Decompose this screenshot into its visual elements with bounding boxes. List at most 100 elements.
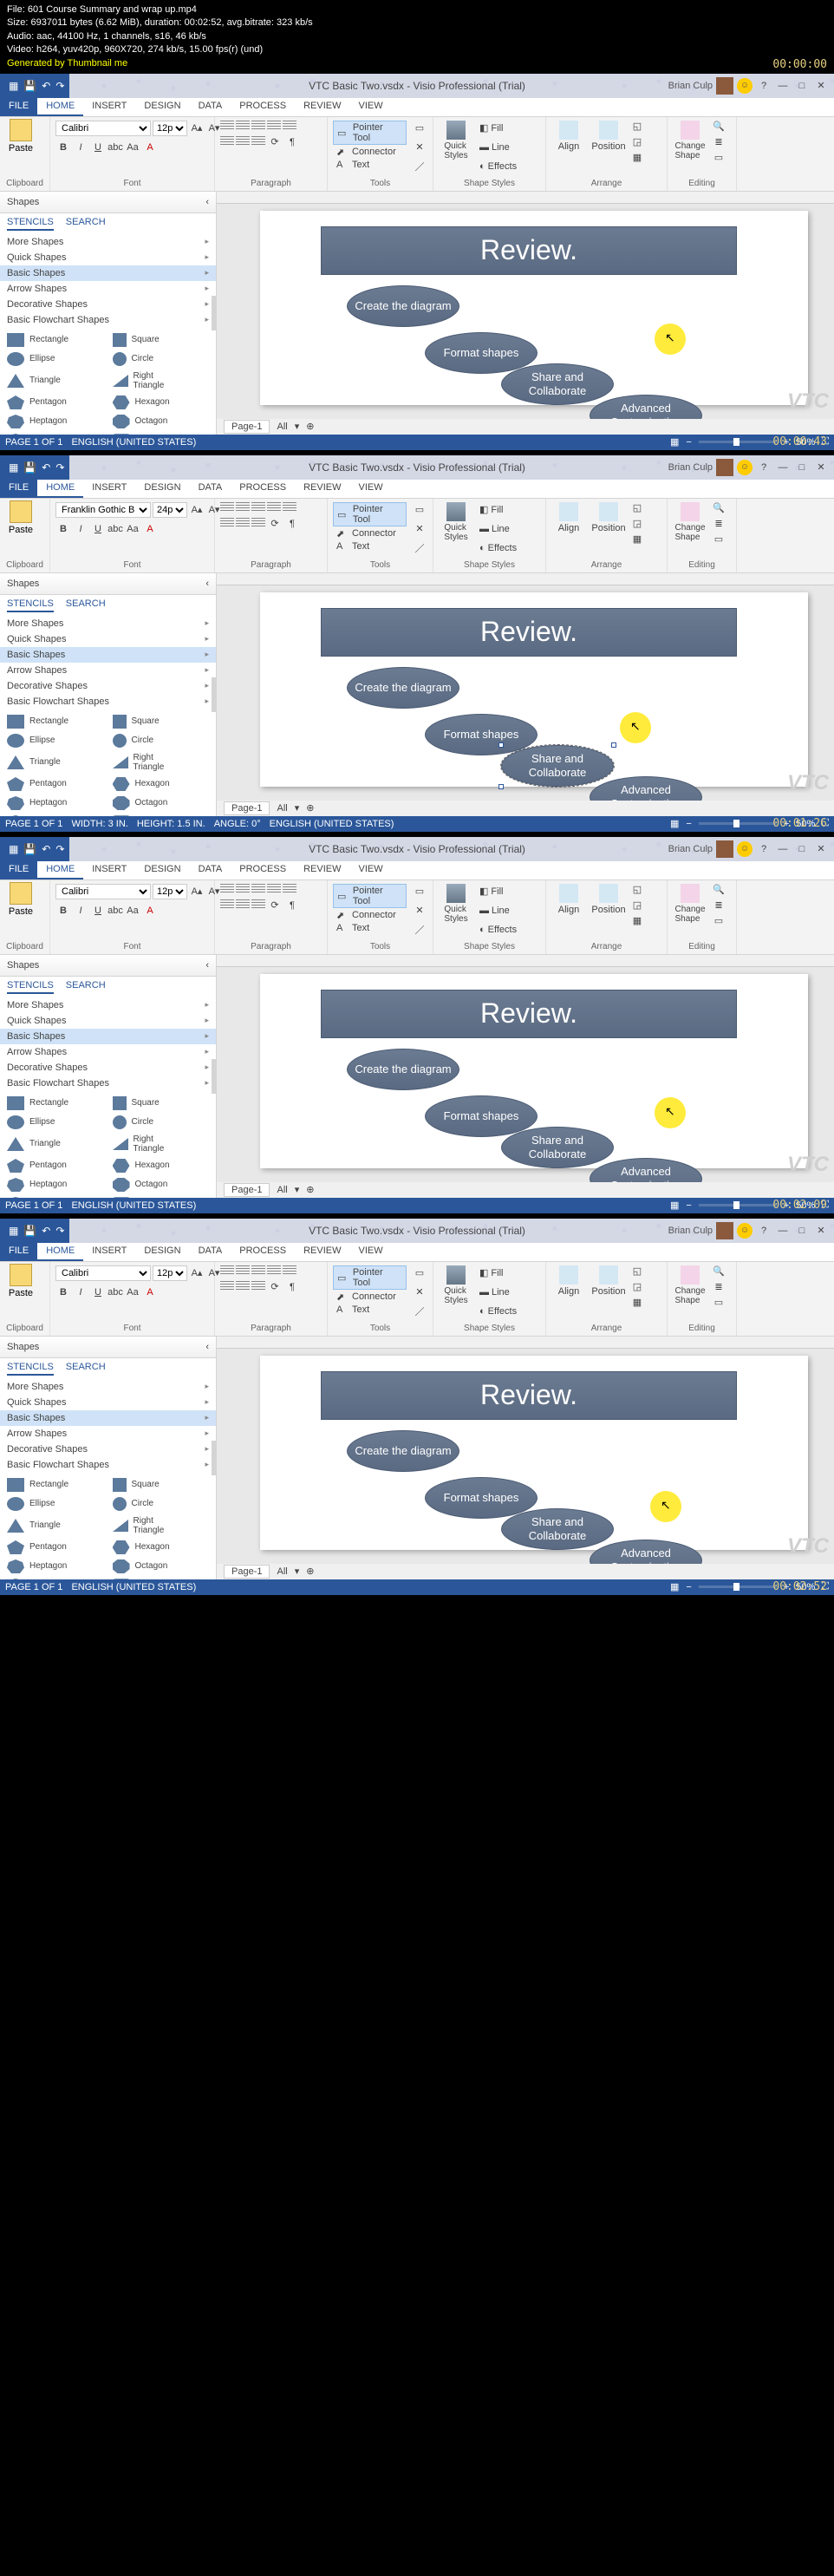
strike-button[interactable]: abc: [108, 140, 123, 155]
tab-insert[interactable]: INSERT: [83, 98, 135, 116]
cat-flow[interactable]: Basic Flowchart Shapes: [0, 1457, 216, 1473]
bold-button[interactable]: B: [55, 903, 71, 919]
align-left-icon[interactable]: [220, 1265, 234, 1278]
paragraph-icon[interactable]: ¶: [284, 134, 300, 150]
canvas[interactable]: Review.Create the diagramFormat shapesSh…: [217, 967, 834, 1182]
shape-item-rect[interactable]: Rectangle: [3, 1095, 108, 1112]
user-avatar[interactable]: [716, 840, 733, 858]
cat-quick[interactable]: Quick Shapes: [0, 250, 216, 265]
line-button[interactable]: ▬Line: [477, 138, 519, 157]
node-create[interactable]: Create the diagram: [347, 667, 459, 709]
tab-review[interactable]: REVIEW: [295, 98, 349, 116]
font-family-select[interactable]: Calibri: [55, 121, 151, 136]
language[interactable]: ENGLISH (UNITED STATES): [71, 1582, 196, 1592]
tab-file[interactable]: FILE: [0, 98, 37, 116]
align-button[interactable]: Align: [550, 1264, 588, 1298]
find-icon[interactable]: 🔍: [711, 882, 726, 898]
position-button[interactable]: Position: [590, 119, 628, 154]
shape-item-hex[interactable]: Hexagon: [109, 394, 213, 411]
tab-design[interactable]: DESIGN: [135, 1243, 189, 1261]
page[interactable]: Review.Create the diagramFormat shapesSh…: [260, 974, 808, 1168]
all-pages[interactable]: All: [277, 422, 287, 432]
review-title-shape[interactable]: Review.: [321, 1371, 737, 1420]
cat-basic[interactable]: Basic Shapes: [0, 647, 216, 663]
shape-item-hex[interactable]: Hexagon: [109, 1157, 213, 1174]
review-title-shape[interactable]: Review.: [321, 990, 737, 1038]
node-create[interactable]: Create the diagram: [347, 1049, 459, 1090]
node-share[interactable]: Share and Collaborate: [501, 363, 614, 405]
justify-icon[interactable]: [267, 502, 281, 514]
shape-item-hept[interactable]: Heptagon: [3, 794, 108, 812]
node-advanced[interactable]: Advanced Customization: [590, 1540, 702, 1564]
canvas[interactable]: Review.Create the diagramFormat shapesSh…: [217, 1349, 834, 1564]
collapse-icon[interactable]: ‹: [205, 960, 209, 971]
line-button[interactable]: ▬Line: [477, 520, 519, 539]
maximize-icon[interactable]: □: [794, 844, 810, 854]
tab-data[interactable]: DATA: [190, 861, 231, 879]
maximize-icon[interactable]: □: [794, 1226, 810, 1236]
line-button[interactable]: ▬Line: [477, 1283, 519, 1302]
align-mid-icon[interactable]: [236, 1281, 250, 1293]
pointer-tool[interactable]: ▭Pointer Tool: [333, 1265, 407, 1290]
find-icon[interactable]: 🔍: [711, 119, 726, 134]
language[interactable]: ENGLISH (UNITED STATES): [71, 1200, 196, 1211]
text-tool[interactable]: AText: [333, 1304, 407, 1316]
shape-item-pent[interactable]: Pentagon: [3, 775, 108, 793]
search-tab[interactable]: SEARCH: [66, 1362, 106, 1376]
bullets-icon[interactable]: [283, 121, 296, 133]
view-presentation-icon[interactable]: ▦: [670, 818, 679, 829]
save-icon[interactable]: 💾: [23, 1225, 36, 1237]
rect-tool-icon[interactable]: ▭: [412, 502, 427, 518]
feedback-icon[interactable]: ☺: [737, 841, 753, 857]
italic-button[interactable]: I: [73, 140, 88, 155]
align-bot-icon[interactable]: [251, 136, 265, 148]
align-bot-icon[interactable]: [251, 1281, 265, 1293]
feedback-icon[interactable]: ☺: [737, 1223, 753, 1239]
connector-tool[interactable]: ⬈Connector: [333, 909, 407, 921]
view-presentation-icon[interactable]: ▦: [670, 1581, 679, 1592]
position-button[interactable]: Position: [590, 1264, 628, 1298]
align-bot-icon[interactable]: [251, 899, 265, 912]
feedback-icon[interactable]: ☺: [737, 78, 753, 94]
user-name[interactable]: Brian Culp: [668, 1226, 713, 1236]
paragraph-icon[interactable]: ¶: [284, 898, 300, 913]
tab-design[interactable]: DESIGN: [135, 480, 189, 498]
x-tool-icon[interactable]: ✕: [412, 903, 427, 919]
cat-flow[interactable]: Basic Flowchart Shapes: [0, 312, 216, 328]
quick-access-toolbar[interactable]: ▦💾↶↷: [0, 843, 73, 855]
close-icon[interactable]: ✕: [813, 461, 829, 473]
change-shape-button[interactable]: Change Shape: [671, 882, 709, 925]
search-tab[interactable]: SEARCH: [66, 598, 106, 612]
review-title-shape[interactable]: Review.: [321, 226, 737, 275]
all-pages[interactable]: All: [277, 1185, 287, 1195]
shape-item-can[interactable]: Can: [109, 432, 213, 435]
close-icon[interactable]: ✕: [813, 80, 829, 91]
justify-icon[interactable]: [267, 1265, 281, 1278]
bring-front-icon[interactable]: ◱: [629, 882, 645, 898]
quick-access-toolbar[interactable]: ▦💾↶↷: [0, 461, 73, 474]
shape-item-sq[interactable]: Square: [109, 1095, 213, 1112]
shape-item-tri[interactable]: Triangle: [3, 751, 108, 774]
justify-icon[interactable]: [267, 121, 281, 133]
select-icon[interactable]: ▭: [711, 913, 726, 929]
align-mid-icon[interactable]: [236, 518, 250, 530]
shape-item-can[interactable]: Can: [109, 814, 213, 816]
find-icon[interactable]: 🔍: [711, 1264, 726, 1279]
help-icon[interactable]: ?: [756, 844, 772, 854]
zoom-out-icon[interactable]: −: [686, 819, 691, 829]
layers-icon[interactable]: ≣: [711, 516, 726, 532]
font-color-button[interactable]: A: [142, 1285, 158, 1300]
paragraph-icon[interactable]: ¶: [284, 1279, 300, 1295]
rotate-text-icon[interactable]: ⟳: [267, 516, 283, 532]
add-page-icon[interactable]: ⊕: [306, 421, 314, 432]
paste-button[interactable]: Paste: [3, 1264, 38, 1298]
shape-item-rtri[interactable]: Right Triangle: [109, 369, 213, 392]
align-left-icon[interactable]: [220, 884, 234, 896]
user-name[interactable]: Brian Culp: [668, 81, 713, 91]
align-button[interactable]: Align: [550, 882, 588, 917]
tab-home[interactable]: HOME: [37, 861, 83, 879]
paste-button[interactable]: Paste: [3, 882, 38, 917]
all-chevron-icon[interactable]: ▾: [295, 1184, 300, 1195]
fill-button[interactable]: ◧Fill: [477, 1264, 519, 1283]
maximize-icon[interactable]: □: [794, 462, 810, 473]
